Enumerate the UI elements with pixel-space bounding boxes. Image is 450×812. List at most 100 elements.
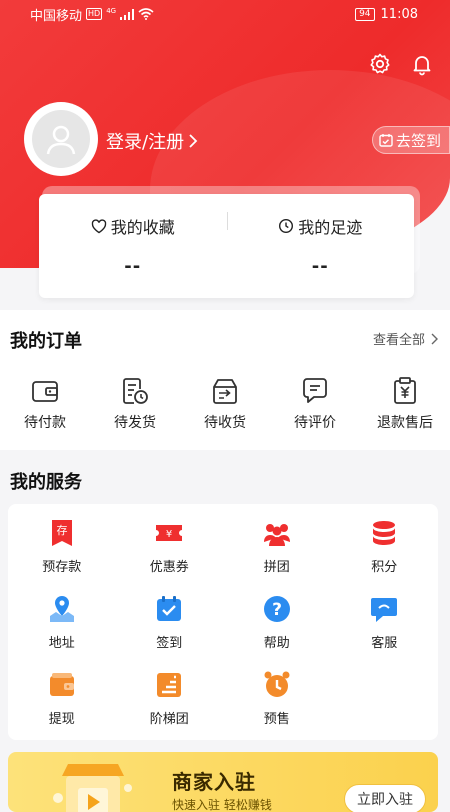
services-header: 我的服务	[0, 452, 450, 504]
daily-signin-label: 去签到	[395, 131, 441, 150]
calendar-check-icon	[157, 596, 182, 621]
banner-title: 商家入驻	[172, 770, 256, 794]
service-points[interactable]: 积分	[331, 518, 439, 594]
svg-text:¥: ¥	[166, 529, 172, 540]
join-now-button[interactable]: 立即入驻	[344, 784, 426, 812]
service-presale[interactable]: 预售	[223, 670, 331, 746]
orders-title: 我的订单	[10, 331, 82, 352]
map-pin-icon	[49, 596, 74, 622]
presale-alarm-icon	[264, 671, 290, 697]
service-label: 拼团	[263, 560, 290, 575]
my-footprints[interactable]: 我的足迹 --	[226, 194, 415, 298]
deposit-icon: 存	[51, 520, 72, 546]
my-favorites[interactable]: 我的收藏 --	[39, 194, 227, 298]
tier-group-icon	[157, 673, 182, 697]
service-label: 提现	[48, 712, 75, 727]
avatar-placeholder	[32, 110, 90, 168]
see-all-orders-link[interactable]: 查看全部	[373, 329, 438, 348]
battery-level: 94	[359, 8, 371, 19]
chevron-right-icon	[189, 134, 198, 148]
document-clock-icon	[123, 378, 148, 404]
bell-icon	[413, 56, 431, 76]
battery-icon: 94	[355, 7, 375, 21]
calendar-icon	[379, 134, 393, 147]
customer-service-icon	[371, 598, 398, 622]
delivery-box-icon	[213, 379, 237, 404]
signal-icon	[120, 8, 135, 20]
heart-icon	[91, 218, 106, 233]
services-grid: 存 预存款 ¥ 优惠券 拼团 积分 地址 签到 ? 帮助 客服 提现 阶梯团 预…	[8, 504, 438, 746]
service-checkin[interactable]: 签到	[116, 594, 224, 670]
withdraw-icon	[49, 673, 74, 696]
favorites-count: --	[124, 256, 142, 277]
group-icon	[263, 524, 290, 546]
wifi-icon	[138, 8, 154, 20]
order-pending-payment[interactable]: 待付款	[0, 376, 90, 432]
service-help[interactable]: ? 帮助	[223, 594, 331, 670]
order-label: 退款售后	[377, 415, 433, 431]
service-deposit[interactable]: 存 预存款	[8, 518, 116, 594]
orders-section: 我的订单 查看全部 待付款 待发货 待收货 待评价 退款售后	[0, 310, 450, 450]
banner-subtitle: 快速入驻 轻松赚钱	[172, 798, 272, 812]
points-icon	[373, 521, 396, 545]
clock-icon	[279, 218, 294, 234]
settings-button[interactable]	[368, 52, 392, 76]
order-label: 待评价	[294, 415, 336, 431]
service-label: 优惠券	[149, 560, 189, 575]
service-label: 地址	[48, 636, 75, 651]
service-label: 签到	[156, 636, 183, 651]
svg-text:存: 存	[56, 523, 67, 537]
status-bar: 中国移动 HD 4G 94 11:08	[0, 0, 450, 28]
order-pending-shipment[interactable]: 待发货	[90, 376, 180, 432]
order-label: 待付款	[24, 415, 66, 431]
service-tier-group[interactable]: 阶梯团	[116, 670, 224, 746]
service-label: 预售	[263, 712, 290, 727]
comment-icon	[303, 378, 327, 403]
status-left: 中国移动 HD 4G	[30, 5, 154, 24]
coupon-icon: ¥	[156, 525, 183, 541]
storefront-illustration	[53, 764, 132, 812]
order-refund-aftersale[interactable]: 退款售后	[360, 376, 450, 432]
service-address[interactable]: 地址	[8, 594, 116, 670]
service-customer-support[interactable]: 客服	[331, 594, 439, 670]
order-status-row: 待付款 待发货 待收货 待评价 退款售后	[0, 376, 450, 432]
service-label: 阶梯团	[149, 712, 189, 727]
footprints-label: 我的足迹	[298, 218, 363, 237]
order-pending-review[interactable]: 待评价	[270, 376, 360, 432]
login-register-link[interactable]: 登录/注册	[106, 128, 198, 154]
services-title: 我的服务	[10, 472, 82, 493]
chevron-right-icon	[431, 333, 438, 344]
favorites-title: 我的收藏	[91, 214, 175, 238]
user-silhouette-icon	[46, 125, 76, 155]
favorites-card: 我的收藏 -- 我的足迹 --	[39, 194, 414, 298]
clock: 11:08	[380, 6, 418, 22]
favorites-label: 我的收藏	[110, 218, 175, 237]
notifications-button[interactable]	[410, 52, 434, 76]
wallet-icon	[32, 381, 58, 402]
service-label: 客服	[371, 636, 398, 651]
carrier-name: 中国移动	[30, 8, 83, 24]
hd-badge: HD	[86, 8, 103, 20]
status-right: 94 11:08	[355, 7, 418, 22]
help-icon: ?	[263, 596, 290, 622]
services-section: 存 预存款 ¥ 优惠券 拼团 积分 地址 签到 ? 帮助 客服 提现 阶梯团 预…	[8, 504, 438, 740]
avatar[interactable]	[24, 102, 98, 176]
service-coupon[interactable]: ¥ 优惠券	[116, 518, 224, 594]
network-type: 4G	[106, 7, 117, 15]
footprints-title: 我的足迹	[278, 214, 362, 238]
service-withdraw[interactable]: 提现	[8, 670, 116, 746]
svg-text:?: ?	[272, 600, 282, 620]
login-register-label: 登录/注册	[106, 132, 185, 153]
service-group-buy[interactable]: 拼团	[223, 518, 331, 594]
service-label: 预存款	[42, 560, 82, 575]
gear-icon	[370, 53, 390, 74]
service-label: 积分	[371, 560, 398, 575]
order-pending-receipt[interactable]: 待收货	[180, 376, 270, 432]
service-label: 帮助	[263, 636, 290, 651]
refund-icon	[394, 377, 416, 404]
order-label: 待收货	[204, 415, 246, 431]
order-label: 待发货	[114, 415, 156, 431]
merchant-join-banner[interactable]: 商家入驻 快速入驻 轻松赚钱 立即入驻	[8, 752, 438, 812]
daily-signin-button[interactable]: 去签到	[371, 126, 450, 154]
footprints-count: --	[311, 256, 329, 277]
